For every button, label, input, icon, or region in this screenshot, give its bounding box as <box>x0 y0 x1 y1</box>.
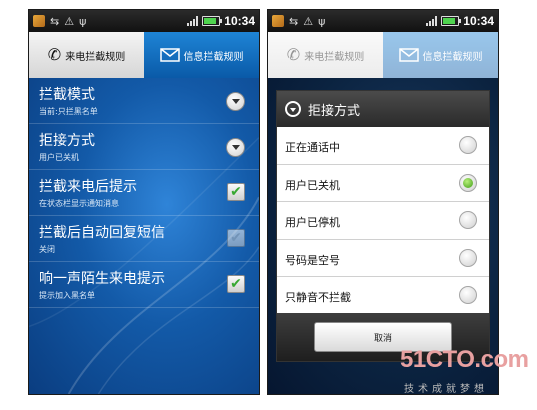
setting-notify-after-intercept[interactable]: 拦截来电后提示 在状态栏显示通知消息 ✔ <box>29 170 259 216</box>
checkbox-unchecked[interactable]: ✔ <box>227 229 245 247</box>
tab-call-rules: ✆ 来电拦截规则 <box>268 32 383 78</box>
dialog-title: 拒接方式 <box>308 103 361 119</box>
tab-sms-rules-label: 信息拦截规则 <box>183 51 244 63</box>
rule-tabs: ✆ 来电拦截规则 信息拦截规则 <box>268 32 498 78</box>
envelope-icon <box>398 48 419 62</box>
setting-one-ring-alert[interactable]: 响一声陌生来电提示 提示加入黑名单 ✔ <box>29 262 259 308</box>
settings-list: 拦截模式 当前:只拦黑名单 拒接方式 用户已关机 拦截来电后提示 在状态栏显示通… <box>29 78 259 394</box>
option-mute-only[interactable]: 只静音不拦截 <box>277 277 489 315</box>
tab-call-rules[interactable]: ✆ 来电拦截规则 <box>29 32 144 78</box>
setting-reject-method[interactable]: 拒接方式 用户已关机 <box>29 124 259 170</box>
checkbox-checked[interactable]: ✔ <box>227 183 245 201</box>
warning-icon: ⚠ <box>64 14 75 28</box>
setting-auto-reply-sms[interactable]: 拦截后自动回复短信 关闭 ✔ <box>29 216 259 262</box>
battery-icon <box>441 16 462 26</box>
rule-tabs: ✆ 来电拦截规则 信息拦截规则 <box>29 32 259 78</box>
dropdown-button[interactable] <box>226 92 245 111</box>
sync-icon: ⇆ <box>50 14 60 28</box>
warning-icon: ⚠ <box>303 14 314 28</box>
dropdown-button[interactable] <box>226 138 245 157</box>
option-label: 用户已停机 <box>285 216 340 230</box>
setting-title: 响一声陌生来电提示 <box>39 271 165 287</box>
envelope-icon <box>159 48 180 62</box>
setting-subtitle: 用户已关机 <box>39 153 79 162</box>
tab-sms-rules-label: 信息拦截规则 <box>422 51 483 63</box>
option-suspended[interactable]: 用户已停机 <box>277 202 489 240</box>
chevron-down-icon <box>231 145 240 150</box>
app-notification-icon <box>272 15 284 27</box>
setting-title: 拦截来电后提示 <box>39 179 137 195</box>
phone-screen-settings: ⇆ ⚠ ψ 10:34 ✆ 来电拦截规则 信息拦截规则 拦截模式 当前:只拦黑名… <box>28 9 260 395</box>
setting-subtitle: 在状态栏显示通知消息 <box>39 199 119 208</box>
option-empty-number[interactable]: 号码是空号 <box>277 240 489 278</box>
option-label: 只静音不拦截 <box>285 291 351 305</box>
tab-sms-rules: 信息拦截规则 <box>383 32 498 78</box>
radio-button[interactable] <box>459 211 477 230</box>
setting-subtitle: 当前:只拦黑名单 <box>39 107 98 116</box>
option-label: 用户已关机 <box>285 178 340 192</box>
watermark-slogan: 技术成就梦想 <box>404 384 488 395</box>
setting-title: 拦截后自动回复短信 <box>39 225 165 241</box>
checkmark-icon: ✔ <box>230 230 242 246</box>
tab-call-rules-label: 来电拦截规则 <box>65 51 126 63</box>
option-powered-off[interactable]: 用户已关机 <box>277 165 489 203</box>
sync-icon: ⇆ <box>289 14 299 28</box>
setting-intercept-mode[interactable]: 拦截模式 当前:只拦黑名单 <box>29 78 259 124</box>
checkmark-icon: ✔ <box>230 184 242 200</box>
option-label: 号码是空号 <box>285 253 340 267</box>
tab-call-rules-label: 来电拦截规则 <box>304 51 365 63</box>
watermark-brand: 51CTO.com <box>400 346 529 373</box>
status-clock: 10:34 <box>463 14 494 28</box>
circle-chevron-down-icon <box>285 101 301 117</box>
option-in-call[interactable]: 正在通话中 <box>277 127 489 165</box>
radio-button[interactable] <box>459 136 477 154</box>
phone-icon: ✆ <box>286 45 301 64</box>
signal-icon <box>187 16 199 26</box>
battery-icon <box>202 16 223 26</box>
app-notification-icon <box>33 15 45 27</box>
phone-icon: ✆ <box>47 45 62 64</box>
setting-subtitle: 关闭 <box>39 245 55 254</box>
status-bar: ⇆ ⚠ ψ 10:34 <box>29 10 259 32</box>
radio-button[interactable] <box>459 248 477 267</box>
checkmark-icon: ✔ <box>230 276 242 292</box>
chevron-down-icon <box>231 99 240 104</box>
reject-method-dialog: 拒接方式 正在通话中 用户已关机 用户已停机 号码是空号 只静音不拦截 取消 <box>276 90 490 362</box>
status-clock: 10:34 <box>224 14 255 28</box>
setting-title: 拒接方式 <box>39 133 95 149</box>
setting-subtitle: 提示加入黑名单 <box>39 291 95 300</box>
checkbox-checked[interactable]: ✔ <box>227 275 245 293</box>
setting-title: 拦截模式 <box>39 87 95 103</box>
dialog-header: 拒接方式 <box>277 91 489 127</box>
signal-icon <box>426 16 438 26</box>
radio-button-selected[interactable] <box>459 173 477 192</box>
radio-button[interactable] <box>459 286 477 305</box>
status-bar: ⇆ ⚠ ψ 10:34 <box>268 10 498 32</box>
tab-sms-rules[interactable]: 信息拦截规则 <box>144 32 259 78</box>
phone-screen-dialog: ⇆ ⚠ ψ 10:34 ✆ 来电拦截规则 信息拦截规则 拒接方式 正在通话中 用… <box>267 9 499 395</box>
usb-icon: ψ <box>79 14 87 28</box>
option-label: 正在通话中 <box>285 141 340 154</box>
usb-icon: ψ <box>318 14 326 28</box>
